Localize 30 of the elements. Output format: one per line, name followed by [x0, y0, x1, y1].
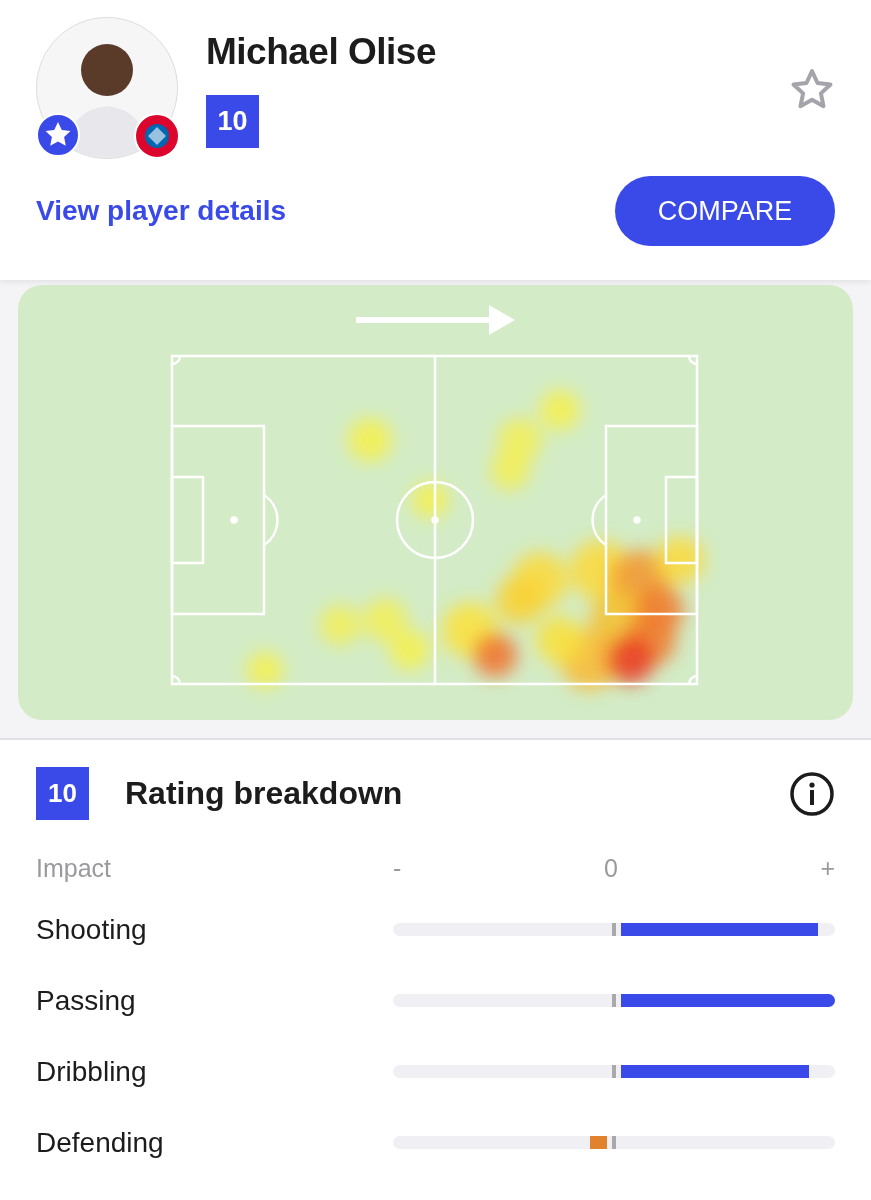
heat-spot: [473, 633, 517, 677]
heat-spot: [320, 605, 360, 645]
minus-tick: -: [393, 853, 402, 883]
category-label: Dribbling: [36, 1055, 148, 1088]
heat-spot: [496, 576, 544, 624]
heat-spot: [536, 616, 584, 664]
section-title: Rating breakdown: [125, 775, 404, 812]
rating-badge: 10: [206, 95, 259, 148]
compare-button[interactable]: COMPARE: [615, 176, 835, 246]
heat-spot: [390, 630, 430, 670]
zero-tick: 0: [603, 853, 618, 883]
player-name: Michael Olise: [206, 31, 437, 73]
scale-label: Impact: [36, 853, 113, 883]
heat-spot: [247, 652, 283, 688]
direction-arrow-icon: [356, 305, 515, 335]
heat-spot: [490, 450, 530, 490]
heat-spot: [363, 598, 407, 642]
heat-spot: [540, 390, 580, 430]
category-label: Defending: [36, 1126, 165, 1159]
heat-spot: [348, 418, 392, 462]
heat-spot: [412, 482, 448, 518]
plus-tick: +: [820, 853, 835, 883]
rating-badge: 10: [36, 767, 89, 820]
view-details-link[interactable]: View player details: [36, 195, 287, 227]
heat-spot: [606, 636, 654, 684]
info-icon[interactable]: [789, 770, 835, 817]
heat-spot: [656, 536, 704, 584]
category-label: Passing: [36, 984, 137, 1017]
category-label: Shooting: [36, 913, 148, 946]
heat-spot: [636, 586, 684, 634]
